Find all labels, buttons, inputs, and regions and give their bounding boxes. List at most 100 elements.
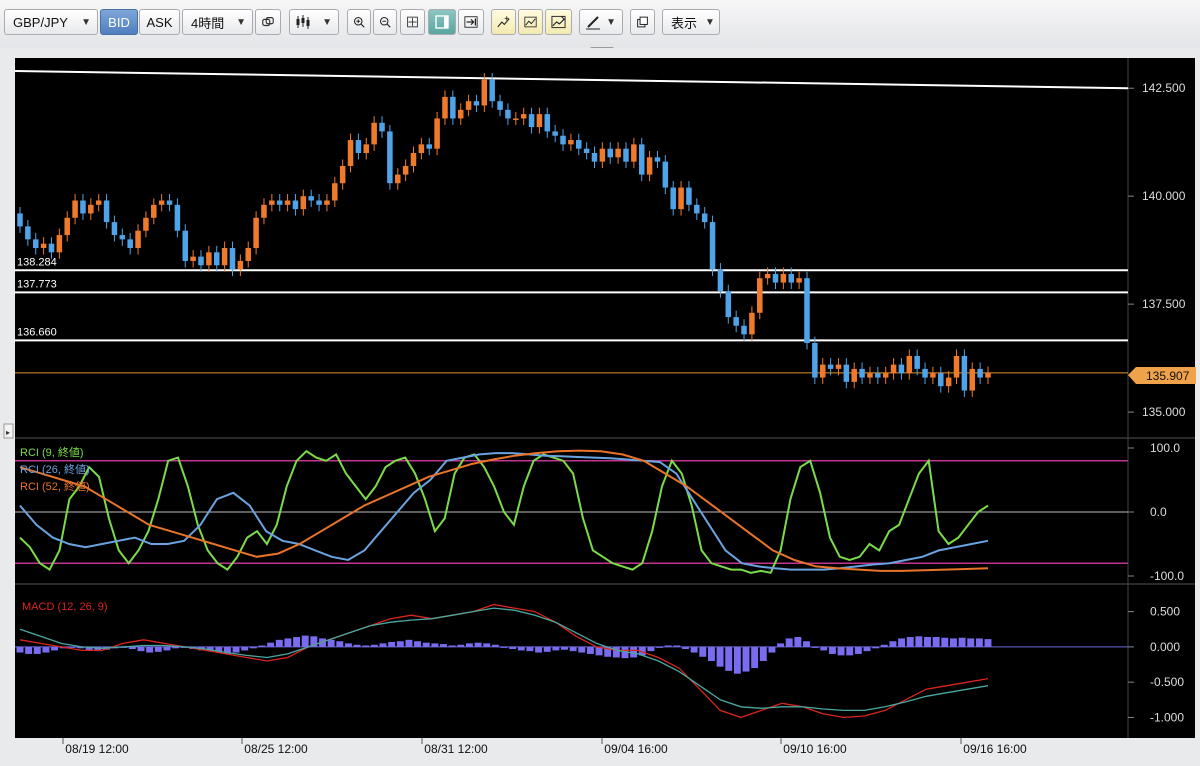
panel-toggle-button[interactable]: [428, 9, 456, 35]
candle-body: [631, 144, 637, 162]
chart-area: ▸ 135.000 137.500 140.000 142.500 138.284 13…: [0, 48, 1200, 761]
macd-histogram-bar: [889, 641, 897, 647]
candle-body: [607, 148, 613, 158]
scroll-to-end-icon: [464, 16, 478, 28]
candle-body: [961, 355, 968, 391]
timeframe-select[interactable]: 4時間 ▼: [182, 9, 253, 35]
indicator-settings-button[interactable]: [518, 9, 543, 35]
candle-body: [402, 165, 409, 175]
candle-body: [119, 235, 126, 240]
macd-histogram-bar: [431, 643, 439, 647]
macd-histogram-bar: [42, 646, 50, 653]
macd-histogram-bar: [690, 646, 698, 653]
rci-legend-label: RCI (26, 終値): [20, 462, 90, 476]
macd-histogram-bar: [465, 643, 473, 647]
fit-screen-icon: [407, 16, 418, 28]
indicator-edit-icon: [551, 15, 566, 29]
candle-body: [190, 256, 196, 261]
candle-body: [646, 157, 653, 175]
candle-body: [229, 248, 236, 270]
macd-histogram-bar: [733, 646, 741, 674]
copy-chart-button[interactable]: [630, 9, 655, 35]
bid-button[interactable]: BID: [100, 9, 138, 35]
macd-histogram-bar: [578, 646, 586, 653]
macd-tick-label: 0.500: [1150, 605, 1180, 619]
fit-chart-button[interactable]: [400, 9, 425, 35]
macd-histogram-bar: [128, 646, 136, 650]
rci-legend-label: RCI (9, 終値): [20, 445, 84, 459]
timeframe-label: 4時間: [191, 15, 225, 31]
candle-body: [473, 101, 480, 106]
candle-body: [237, 260, 244, 270]
candle-body: [717, 269, 724, 292]
scroll-end-button[interactable]: [458, 9, 484, 35]
macd-histogram-bar: [353, 644, 361, 647]
symbol-select[interactable]: GBP/JPY ▼: [4, 9, 98, 35]
macd-histogram-bar: [898, 638, 906, 647]
link-windows-button[interactable]: [255, 9, 281, 35]
candle-body: [213, 252, 220, 266]
macd-histogram-bar: [967, 638, 975, 647]
display-label: 表示: [671, 15, 698, 31]
zoom-in-button[interactable]: [347, 9, 371, 35]
macd-histogram-bar: [517, 646, 525, 651]
macd-histogram-bar: [172, 646, 180, 649]
macd-histogram-bar: [872, 646, 880, 649]
macd-histogram-bar: [794, 637, 802, 647]
candle-body: [804, 278, 810, 343]
ask-button[interactable]: ASK: [139, 9, 180, 35]
macd-histogram-bar: [16, 646, 24, 653]
add-indicator-button[interactable]: [491, 9, 516, 35]
candle-body: [977, 368, 983, 378]
display-menu-button[interactable]: 表示 ▼: [662, 9, 720, 35]
macd-histogram-bar: [526, 646, 534, 652]
rci-tick-label: 0.0: [1150, 505, 1167, 519]
horizontal-line-label: 137.773: [17, 278, 57, 290]
candle-body: [332, 183, 338, 201]
symbol-label: GBP/JPY: [13, 14, 68, 30]
candle-body: [253, 217, 259, 248]
macd-histogram-bar: [344, 643, 352, 647]
macd-histogram-bar: [232, 646, 240, 653]
chevron-down-icon: ▼: [236, 16, 246, 28]
macd-histogram-bar: [612, 646, 620, 658]
candle-body: [371, 122, 377, 145]
candle-body: [780, 273, 787, 283]
macd-histogram-bar: [958, 637, 966, 647]
candle-body: [32, 239, 39, 248]
candle-body: [300, 196, 307, 210]
macd-histogram-bar: [854, 646, 862, 654]
time-tick-label: 08/25 12:00: [244, 742, 308, 756]
chart-type-select[interactable]: ▼: [289, 9, 339, 35]
macd-histogram-bar: [388, 641, 396, 647]
zoom-out-button[interactable]: [373, 9, 397, 35]
rci-tick-label: 100.0: [1150, 441, 1180, 455]
macd-histogram-bar: [673, 645, 681, 647]
macd-histogram-bar: [647, 646, 655, 652]
candle-body: [568, 140, 574, 145]
drawing-tool-select[interactable]: ▼: [579, 9, 623, 35]
candle-body: [599, 148, 606, 162]
macd-histogram-bar: [137, 646, 145, 652]
candle-body: [938, 373, 944, 387]
candle-body: [875, 373, 881, 378]
time-tick-label: 09/04 16:00: [604, 742, 668, 756]
candle-body: [560, 135, 566, 145]
zoom-out-icon: [379, 16, 391, 28]
candle-body: [678, 187, 684, 210]
candle-body: [764, 273, 771, 279]
macd-histogram-bar: [396, 641, 404, 647]
candle-body: [654, 157, 661, 162]
candle-body: [953, 355, 960, 378]
macd-histogram-bar: [422, 642, 430, 647]
macd-histogram-bar: [448, 645, 456, 647]
macd-histogram-bar: [984, 639, 992, 647]
indicator-edit-button[interactable]: [545, 9, 572, 35]
candlestick-icon: [296, 15, 310, 29]
candle-body: [245, 248, 251, 261]
chevron-down-icon: ▼: [606, 16, 616, 28]
candle-body: [536, 114, 543, 128]
candle-body: [489, 79, 495, 102]
macd-histogram-bar: [777, 643, 785, 647]
candle-body: [48, 243, 55, 253]
